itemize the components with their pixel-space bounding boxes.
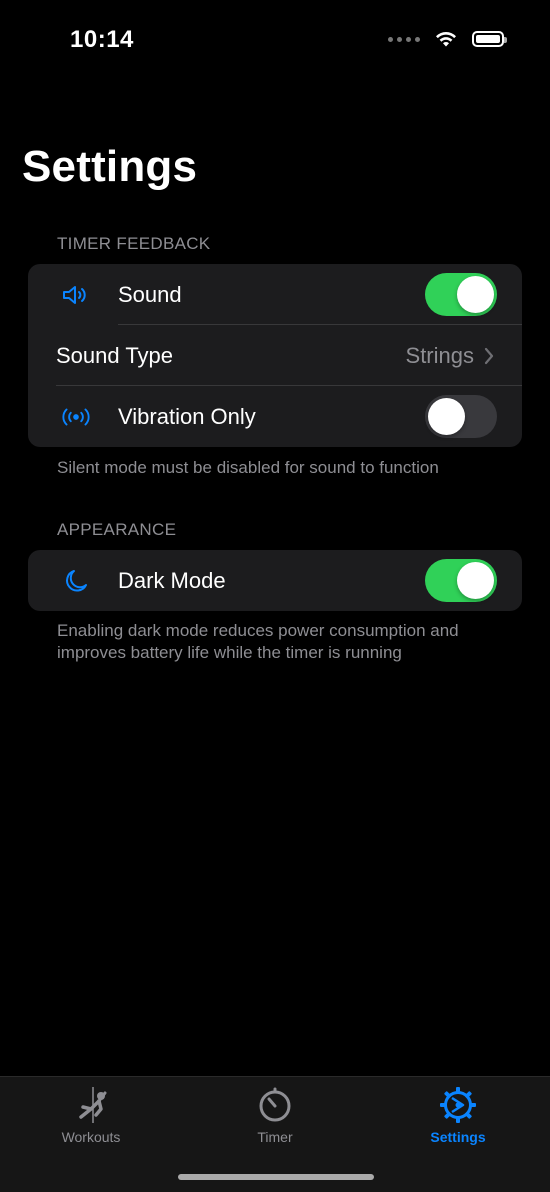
tab-settings[interactable]: Settings <box>388 1085 528 1145</box>
dark-mode-label: Dark Mode <box>118 567 226 593</box>
status-time: 10:14 <box>70 26 134 53</box>
sound-type-label: Sound Type <box>56 342 174 368</box>
tab-timer[interactable]: Timer <box>205 1085 345 1145</box>
tab-workouts[interactable]: Workouts <box>21 1085 161 1145</box>
dark-mode-toggle[interactable] <box>425 559 497 602</box>
cellular-signal-icon <box>388 36 420 42</box>
status-bar: 10:14 <box>0 0 550 80</box>
speaker-icon <box>60 279 92 311</box>
appearance-header: APPEARANCE <box>57 520 177 539</box>
chevron-right-icon <box>484 347 494 364</box>
timer-feedback-footer: Silent mode must be disabled for sound t… <box>57 458 439 477</box>
home-indicator <box>178 1174 374 1180</box>
appearance-group: Dark Mode <box>28 550 522 611</box>
dark-mode-row: Dark Mode <box>28 550 522 611</box>
sound-type-value: Strings <box>405 342 474 368</box>
moon-icon <box>60 565 92 597</box>
battery-icon <box>472 31 507 47</box>
vibration-icon <box>60 401 92 433</box>
sound-type-row[interactable]: Sound Type Strings <box>28 325 522 386</box>
settings-screen: 10:14 Settings TIMER FEEDBACK Sound Soun… <box>0 0 550 1192</box>
appearance-footer: Enabling dark mode reduces power consump… <box>57 621 459 662</box>
status-icons <box>388 30 507 48</box>
timer-feedback-header: TIMER FEEDBACK <box>57 234 211 253</box>
page-title: Settings <box>22 142 198 191</box>
timer-icon <box>255 1085 295 1125</box>
sound-label: Sound <box>118 281 182 307</box>
wifi-icon <box>436 31 456 47</box>
tab-timer-label: Timer <box>257 1129 293 1145</box>
vibration-only-toggle[interactable] <box>425 395 497 438</box>
gear-icon <box>438 1085 478 1125</box>
timer-feedback-group: Sound Sound Type Strings Vibration Only <box>28 264 522 447</box>
sound-toggle[interactable] <box>425 273 497 316</box>
tab-settings-label: Settings <box>430 1129 486 1145</box>
sound-row: Sound <box>28 264 522 325</box>
sound-type-value-wrap: Strings <box>406 343 494 369</box>
vibration-only-row: Vibration Only <box>28 386 522 447</box>
tab-workouts-label: Workouts <box>61 1129 121 1145</box>
climber-icon <box>71 1085 111 1125</box>
vibration-only-label: Vibration Only <box>118 403 256 429</box>
